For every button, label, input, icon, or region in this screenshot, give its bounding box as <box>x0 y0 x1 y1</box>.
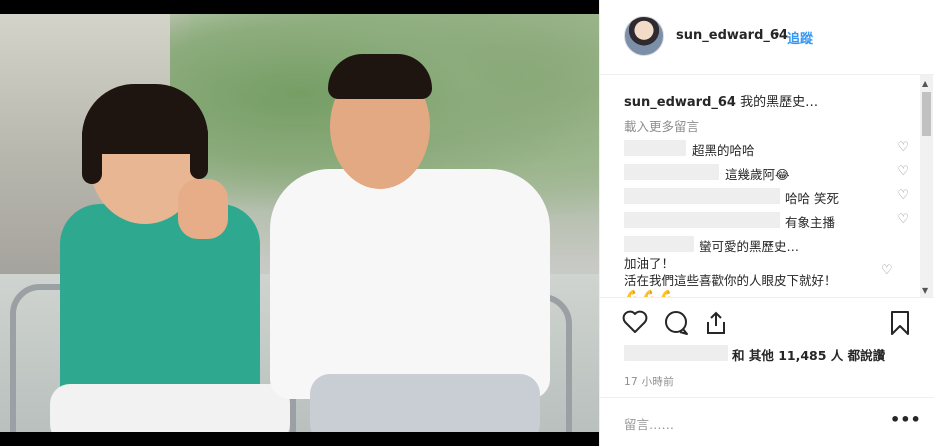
scrollbar-thumb[interactable] <box>922 92 931 136</box>
commenter-name-blurred[interactable] <box>624 140 686 156</box>
comments-list[interactable]: sun_edward_64 我的黑歷史… 載入更多留言 超黑的哈哈 ♡ 這幾歲阿… <box>600 75 922 297</box>
share-icon[interactable] <box>703 310 729 339</box>
commenter-name-blurred[interactable] <box>624 236 694 252</box>
caption-username[interactable]: sun_edward_64 <box>624 95 736 110</box>
comment-like-heart-icon[interactable]: ♡ <box>897 164 909 179</box>
comment-row: 蠻可愛的黑歷史… <box>624 235 909 254</box>
post-photo[interactable] <box>0 0 599 446</box>
likes-text: 和 其他 11,485 人 都說讚 <box>732 348 886 363</box>
bookmark-icon[interactable] <box>889 310 911 339</box>
comment-line: 活在我們這些喜歡你的人眼皮下就好！ <box>624 273 837 288</box>
clasped-hands <box>178 179 228 239</box>
scroll-down-arrow-icon[interactable]: ▼ <box>922 286 928 295</box>
post-timestamp[interactable]: 17 小時前 <box>624 374 674 389</box>
comment-like-heart-icon[interactable]: ♡ <box>897 140 909 155</box>
caption-text: 我的黑歷史… <box>740 95 819 110</box>
comment-like-heart-icon[interactable]: ♡ <box>897 188 909 203</box>
comment-text: 哈哈 笑死 <box>785 191 839 206</box>
comment-multiline: 加油了！ 活在我們這些喜歡你的人眼皮下就好！ <box>624 255 909 289</box>
comment-row: 哈哈 笑死 ♡ <box>624 187 909 206</box>
commenter-name-blurred[interactable] <box>624 188 780 204</box>
comment-text: 超黑的哈哈 <box>692 143 755 158</box>
comment-line: 加油了！ <box>624 256 675 271</box>
post-side-panel: sun_edward_64 • 追蹤 sun_edward_64 我的黑歷史… … <box>599 0 934 446</box>
comment-input[interactable]: 留言…… <box>624 414 674 433</box>
avatar[interactable] <box>624 16 664 56</box>
commenter-name-blurred[interactable] <box>624 212 780 228</box>
comment-row: 這幾歲阿😂 ♡ <box>624 163 909 182</box>
comment-like-heart-icon[interactable]: ♡ <box>881 263 922 278</box>
comment-text: 有象主播 <box>785 215 836 230</box>
post-actions-bar <box>600 297 934 350</box>
more-options-icon[interactable]: ••• <box>890 410 921 429</box>
comment-row: 超黑的哈哈 ♡ <box>624 139 909 158</box>
comment-emojis: 💪💪💪 <box>624 290 676 297</box>
man-figure <box>250 54 570 432</box>
heart-icon[interactable] <box>622 310 648 337</box>
likes-summary[interactable]: 和 其他 11,485 人 都說讚 <box>624 344 924 363</box>
follow-button[interactable]: 追蹤 <box>787 28 813 47</box>
comment-text: 這幾歲阿😂 <box>725 167 790 182</box>
post-caption: sun_edward_64 我的黑歷史… <box>624 91 818 110</box>
separator-dot: • <box>773 28 781 43</box>
load-more-comments-button[interactable]: 載入更多留言 <box>624 116 699 135</box>
post-header: sun_edward_64 • 追蹤 <box>600 0 934 75</box>
photo-image <box>0 14 599 432</box>
scroll-up-arrow-icon[interactable]: ▲ <box>922 79 928 88</box>
comment-icon[interactable] <box>663 310 689 339</box>
liker-name-blurred[interactable] <box>624 345 728 361</box>
comment-row: 有象主播 ♡ <box>624 211 909 230</box>
header-username[interactable]: sun_edward_64 <box>676 28 788 43</box>
commenter-name-blurred[interactable] <box>624 164 719 180</box>
comment-text: 蠻可愛的黑歷史… <box>699 239 800 254</box>
comment-like-heart-icon[interactable]: ♡ <box>897 212 909 227</box>
add-comment-bar: 留言…… ••• <box>600 397 934 447</box>
instagram-post-view: sun_edward_64 • 追蹤 sun_edward_64 我的黑歷史… … <box>0 0 934 446</box>
